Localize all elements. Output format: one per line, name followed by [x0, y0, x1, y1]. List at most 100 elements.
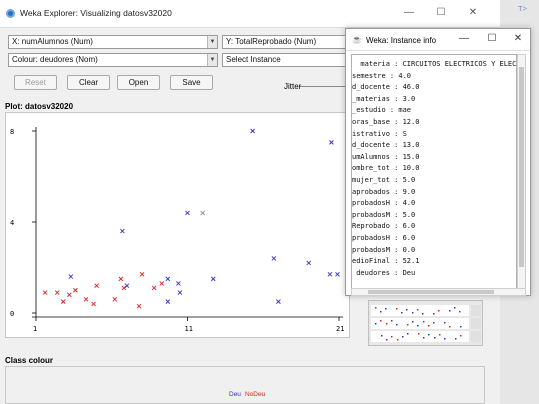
scatter-point[interactable] [271, 256, 277, 261]
scatter-point[interactable] [250, 128, 255, 134]
attribute-bar-handle [471, 331, 481, 342]
scatter-point[interactable] [177, 290, 183, 295]
scatter-plot[interactable]: 0481 11 21 [6, 113, 351, 339]
instance-info-line: probadosH : 6.0 [352, 234, 416, 242]
background-window-text: T> [518, 4, 527, 13]
chevron-down-icon: ▼ [207, 36, 217, 48]
scatter-point[interactable] [73, 287, 78, 293]
scatter-point[interactable] [124, 283, 130, 289]
instance-info-text[interactable]: materia : CIRCUITOS ELECTRICOS Y ELECTRO… [351, 54, 517, 289]
scatter-point[interactable] [83, 297, 89, 302]
save-button[interactable]: Save [170, 75, 213, 90]
instance-info-title: Weka: Instance info [366, 36, 437, 45]
attribute-dot [375, 307, 377, 309]
scatter-point[interactable] [121, 285, 127, 291]
attribute-dot [417, 309, 419, 311]
scatter-point[interactable] [60, 299, 66, 304]
attribute-dot [439, 334, 441, 336]
attribute-dot [460, 326, 462, 328]
scroll-thumb[interactable] [368, 290, 494, 294]
attribute-dot [454, 307, 456, 309]
attribute-dot [428, 325, 430, 327]
class-colour-label: Class colour [5, 356, 54, 365]
scatter-point[interactable] [200, 210, 205, 216]
scatter-point[interactable] [329, 140, 334, 145]
x-tick-label: 11 [185, 325, 193, 333]
attribute-dot [375, 323, 377, 325]
instance-info-line: probadosM : 0.0 [352, 245, 416, 254]
scatter-point[interactable] [165, 299, 171, 304]
scatter-point[interactable] [176, 281, 181, 286]
attribute-dot [417, 325, 419, 327]
weka-icon [6, 9, 15, 18]
minimize-button[interactable]: — [456, 33, 472, 44]
attribute-dot [423, 337, 425, 339]
attribute-bar-handle [471, 305, 481, 316]
scatter-point[interactable] [112, 297, 118, 302]
y-tick-label: 8 [10, 128, 14, 136]
attribute-dot [433, 322, 435, 324]
y-tick-label: 4 [10, 219, 14, 227]
x-axis-label: X: numAlumnos (Num) [12, 37, 93, 46]
scatter-point[interactable] [151, 285, 157, 291]
scatter-point[interactable] [306, 260, 312, 266]
instance-info-line: Reprobado : 6.0 [352, 222, 416, 231]
scatter-point[interactable] [118, 276, 124, 282]
maximize-button[interactable]: ☐ [484, 33, 500, 44]
attribute-dot [396, 324, 398, 326]
scatter-point[interactable] [54, 290, 60, 295]
attribute-dot [386, 339, 388, 341]
instance-info-line: d_docente : 13.0 [352, 141, 420, 150]
scatter-point[interactable] [327, 272, 333, 277]
instance-info-line: semestre : 4.0 [352, 71, 412, 80]
attribute-dot [380, 311, 382, 313]
attribute-dot [407, 324, 409, 326]
scatter-point[interactable] [42, 290, 48, 295]
attribute-dot [418, 333, 420, 335]
scatter-point[interactable] [335, 272, 340, 277]
scatter-point[interactable] [68, 274, 74, 279]
instance-info-line: umAlumnos : 15.0 [352, 152, 420, 161]
class-colour-nodeu[interactable]: NoDeu [245, 391, 265, 398]
scatter-point[interactable] [139, 272, 145, 277]
vertical-scrollbar[interactable] [517, 54, 526, 289]
attribute-dot [381, 335, 383, 337]
attribute-dot [428, 334, 430, 336]
scatter-point[interactable] [276, 299, 281, 304]
attribute-dot [397, 339, 399, 341]
scroll-thumb[interactable] [519, 67, 524, 267]
clear-button[interactable]: Clear [67, 75, 110, 90]
colour-select[interactable]: Colour: deudores (Nom) ▼ [8, 53, 218, 67]
minimize-button[interactable]: — [398, 5, 420, 21]
jitter-label: Jitter [284, 82, 302, 91]
attribute-dot [407, 333, 409, 335]
attribute-dot [423, 321, 425, 323]
x-axis-select[interactable]: X: numAlumnos (Num) ▼ [8, 35, 218, 49]
y-tick-label: 0 [10, 310, 14, 318]
open-button[interactable]: Open [117, 75, 160, 90]
maximize-button[interactable]: ☐ [430, 5, 452, 21]
class-colour-deu[interactable]: Deu [229, 391, 241, 398]
instance-info-line: ombre_tot : 10.0 [352, 164, 420, 173]
scatter-point[interactable] [94, 283, 99, 289]
close-button[interactable]: ✕ [462, 5, 484, 21]
scatter-point[interactable] [120, 228, 125, 234]
scatter-point[interactable] [67, 292, 72, 298]
scatter-point[interactable] [165, 276, 171, 282]
horizontal-scrollbar[interactable] [351, 288, 526, 296]
java-icon: ☕ [352, 35, 362, 44]
reset-button[interactable]: Reset [14, 75, 57, 90]
plot-area[interactable]: 0 4 8 1 11 21 [5, 112, 350, 338]
scatter-point[interactable] [136, 303, 142, 309]
scatter-point[interactable] [210, 276, 216, 282]
attribute-dot [401, 312, 403, 314]
attribute-dot [444, 338, 446, 340]
instance-info-line: probadosH : 4.0 [352, 199, 416, 208]
close-button[interactable]: ✕ [510, 33, 526, 44]
scatter-point[interactable] [159, 281, 165, 286]
attribute-dot [422, 313, 424, 315]
scatter-point[interactable] [185, 210, 190, 216]
attribute-bars-panel[interactable] [368, 300, 483, 346]
scatter-point[interactable] [91, 301, 96, 307]
y-axis-label: Y: TotalReprobado (Num) [226, 37, 317, 46]
